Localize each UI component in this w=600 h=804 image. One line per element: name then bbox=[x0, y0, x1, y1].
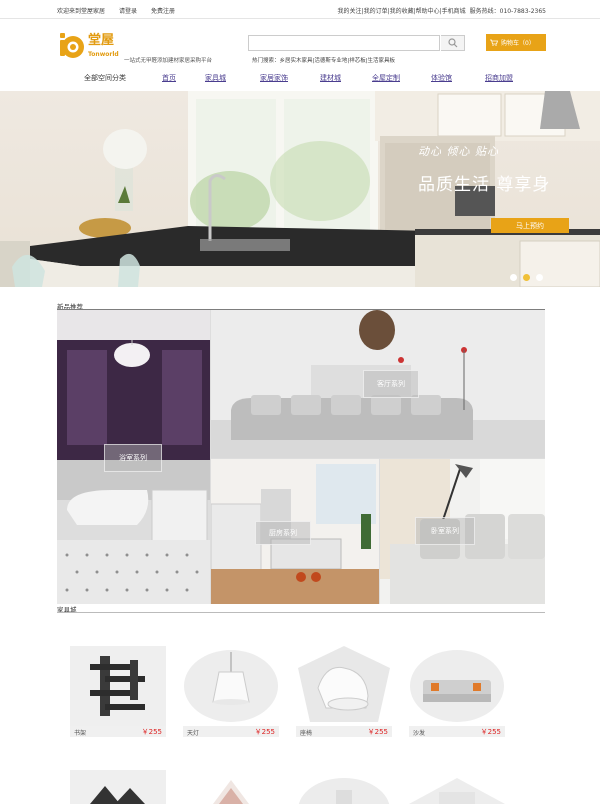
nav-building-materials[interactable]: 建材城 bbox=[320, 73, 341, 83]
main-nav: 全部空间分类 首页 家具城 家居家饰 建材城 全屋定制 体验馆 招商加盟 bbox=[0, 71, 600, 90]
my-follow-link[interactable]: 我的关注 bbox=[338, 6, 362, 15]
logo-text: 堂屋 bbox=[88, 33, 115, 48]
product-image bbox=[213, 780, 249, 804]
sofa-image bbox=[410, 650, 504, 722]
product-card[interactable] bbox=[70, 770, 166, 804]
product-info: 沙发 ￥255 bbox=[409, 726, 505, 737]
product-card[interactable]: 书架 ￥255 bbox=[70, 646, 166, 742]
kitchen-series-label[interactable]: 厨房系列 bbox=[255, 521, 311, 545]
product-info: 座椅 ￥255 bbox=[296, 726, 392, 737]
product-card[interactable]: 天灯 ￥255 bbox=[183, 646, 279, 742]
carousel-dots bbox=[510, 274, 543, 281]
cart-icon bbox=[490, 39, 498, 46]
header: 堂屋 Tonworld 一站式无甲醛添加建材家居采购平台 热门搜索：乡居实木家具… bbox=[0, 20, 600, 70]
cart-button[interactable]: 购物车（0） bbox=[486, 34, 546, 51]
banner-slogan: 动心 倾心 贴心 bbox=[418, 145, 499, 158]
product-price: ￥255 bbox=[367, 728, 388, 736]
product-price: ￥255 bbox=[480, 728, 501, 736]
help-center-link[interactable]: |帮助中心 bbox=[414, 6, 440, 15]
product-image bbox=[70, 770, 166, 804]
hero-banner[interactable]: 动心 倾心 贴心 品质生活 尊享身 马上预约 bbox=[0, 91, 600, 287]
product-info: 书架 ￥255 bbox=[70, 726, 166, 737]
product-price: ￥255 bbox=[254, 728, 275, 736]
product-name: 沙发 bbox=[413, 730, 426, 737]
product-name: 书架 bbox=[74, 730, 87, 737]
nav-custom[interactable]: 全屋定制 bbox=[372, 73, 400, 83]
carousel-dot-3[interactable] bbox=[536, 274, 543, 281]
product-card[interactable]: 座椅 ￥255 bbox=[296, 646, 392, 742]
carousel-dot-2[interactable] bbox=[523, 274, 530, 281]
register-link[interactable]: 免费注册 bbox=[151, 6, 175, 15]
bedroom-tile[interactable]: 卧室系列 bbox=[380, 459, 545, 604]
product-card[interactable]: 沙发 ￥255 bbox=[409, 646, 505, 742]
product-image bbox=[409, 778, 505, 804]
search-input[interactable] bbox=[248, 35, 440, 51]
nav-furniture[interactable]: 家具城 bbox=[205, 73, 226, 83]
living-room-series-label[interactable]: 客厅系列 bbox=[363, 370, 419, 398]
search-button[interactable] bbox=[441, 35, 465, 51]
cart-label: 购物车（0） bbox=[501, 40, 535, 47]
bathroom-series-label[interactable]: 浴室系列 bbox=[104, 444, 162, 472]
kitchen-tile[interactable]: 厨房系列 bbox=[211, 459, 379, 604]
product-image bbox=[298, 778, 390, 804]
product-name: 天灯 bbox=[187, 730, 200, 737]
top-bar: 欢迎来到堂屋家居 请登录 免费注册 我的关注 |我的订单 |我的收藏 |帮助中心… bbox=[0, 0, 600, 19]
bedroom-series-label[interactable]: 卧室系列 bbox=[415, 517, 475, 545]
product-price: ￥255 bbox=[141, 728, 162, 736]
product-info: 天灯 ￥255 bbox=[183, 726, 279, 737]
armchair-image bbox=[298, 646, 390, 722]
welcome-text: 欢迎来到堂屋家居 bbox=[57, 8, 106, 15]
new-products-grid: 浴室系列 客厅系列 厨房系列 卧室系列 bbox=[57, 310, 545, 604]
search-icon bbox=[447, 38, 457, 48]
living-room-tile[interactable]: 客厅系列 bbox=[211, 310, 545, 458]
my-favorites-link[interactable]: |我的收藏 bbox=[388, 6, 414, 15]
nav-home-decor[interactable]: 家居家饰 bbox=[260, 73, 288, 83]
product-card[interactable] bbox=[183, 770, 279, 804]
my-orders-link[interactable]: |我的订单 bbox=[362, 6, 388, 15]
product-card[interactable] bbox=[296, 770, 392, 804]
logo-icon[interactable] bbox=[56, 29, 86, 59]
nav-experience[interactable]: 体验馆 bbox=[431, 73, 452, 83]
product-card[interactable] bbox=[409, 770, 505, 804]
mobile-store-link[interactable]: |手机商城 bbox=[440, 6, 466, 15]
carousel-dot-1[interactable] bbox=[510, 274, 517, 281]
section-divider bbox=[57, 612, 545, 613]
nav-franchise[interactable]: 招商加盟 bbox=[485, 73, 513, 83]
login-link[interactable]: 请登录 bbox=[119, 6, 137, 15]
book-now-button[interactable]: 马上预约 bbox=[491, 218, 569, 233]
banner-headline: 品质生活 尊享身 bbox=[418, 175, 551, 195]
bathroom-tile[interactable]: 浴室系列 bbox=[57, 310, 210, 604]
all-categories[interactable]: 全部空间分类 bbox=[84, 73, 126, 83]
ceiling-lamp-image bbox=[184, 650, 278, 722]
nav-home[interactable]: 首页 bbox=[162, 73, 176, 83]
bookshelf-image bbox=[70, 646, 166, 726]
product-name: 座椅 bbox=[300, 730, 313, 737]
tagline: 一站式无甲醛添加建材家居采购平台 bbox=[124, 58, 213, 64]
logo-english: Tonworld bbox=[88, 51, 119, 58]
service-hotline: 服务热线：010-7883-2365 bbox=[469, 8, 546, 15]
hot-searches[interactable]: 热门搜索：乡居实木家具|活德斯专业地|祥芯板|生活家具板 bbox=[252, 56, 395, 64]
